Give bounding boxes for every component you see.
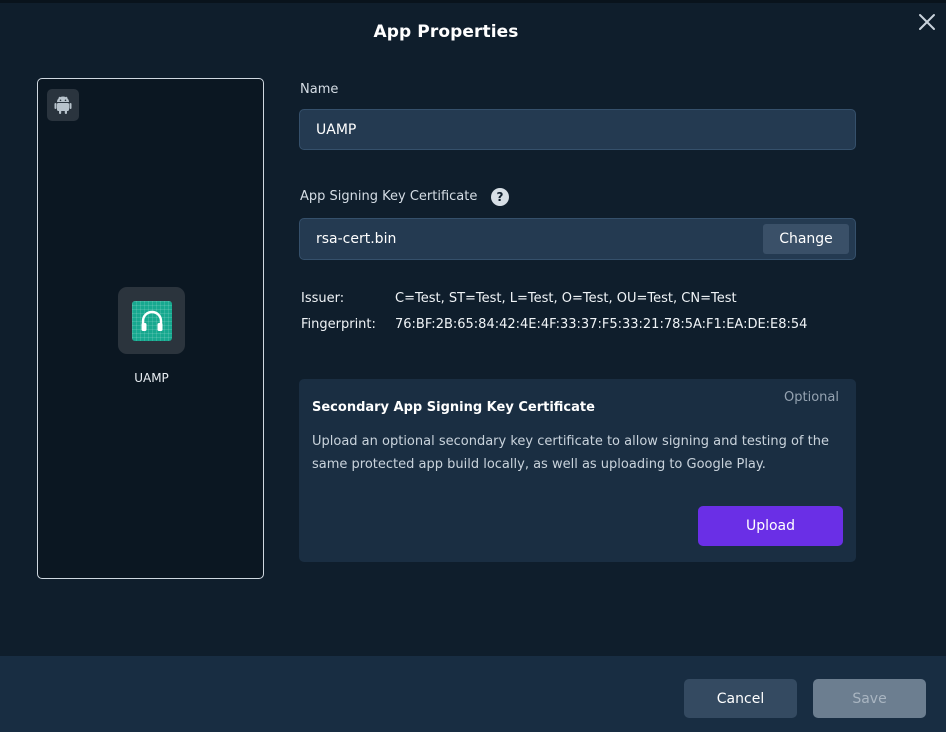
name-label: Name [300, 82, 339, 97]
secondary-cert-panel: Optional Secondary App Signing Key Certi… [299, 379, 856, 562]
app-properties-dialog: App Properties UAMP Name UAMP App Signin… [0, 0, 946, 732]
android-icon [47, 89, 79, 121]
name-field[interactable] [299, 109, 856, 150]
issuer-key: Issuer: [301, 291, 345, 306]
cert-label: App Signing Key Certificate [300, 189, 478, 204]
save-button[interactable]: Save [813, 679, 926, 718]
close-icon[interactable] [916, 11, 938, 33]
upload-button[interactable]: Upload [698, 506, 843, 546]
fingerprint-key: Fingerprint: [301, 317, 376, 332]
app-preview-card: UAMP [37, 78, 264, 579]
dialog-footer: Cancel Save [0, 656, 946, 732]
cert-file-field: rsa-cert.bin Change [299, 218, 856, 260]
fingerprint-value: 76:BF:2B:65:84:42:4E:4F:33:37:F5:33:21:7… [395, 317, 808, 332]
secondary-cert-description: Upload an optional secondary key certifi… [312, 434, 829, 472]
cancel-button[interactable]: Cancel [684, 679, 797, 718]
headphones-icon [131, 300, 172, 341]
app-name-label: UAMP [134, 371, 169, 385]
app-icon [118, 287, 185, 354]
cert-file-name: rsa-cert.bin [316, 231, 397, 247]
dialog-top-edge [0, 0, 946, 3]
dialog-title: App Properties [373, 22, 519, 42]
change-cert-button[interactable]: Change [763, 224, 849, 254]
question-circle-icon[interactable]: ? [491, 188, 509, 206]
issuer-value: C=Test, ST=Test, L=Test, O=Test, OU=Test… [395, 291, 737, 306]
secondary-cert-title: Secondary App Signing Key Certificate [312, 400, 595, 415]
optional-label: Optional [784, 390, 839, 405]
